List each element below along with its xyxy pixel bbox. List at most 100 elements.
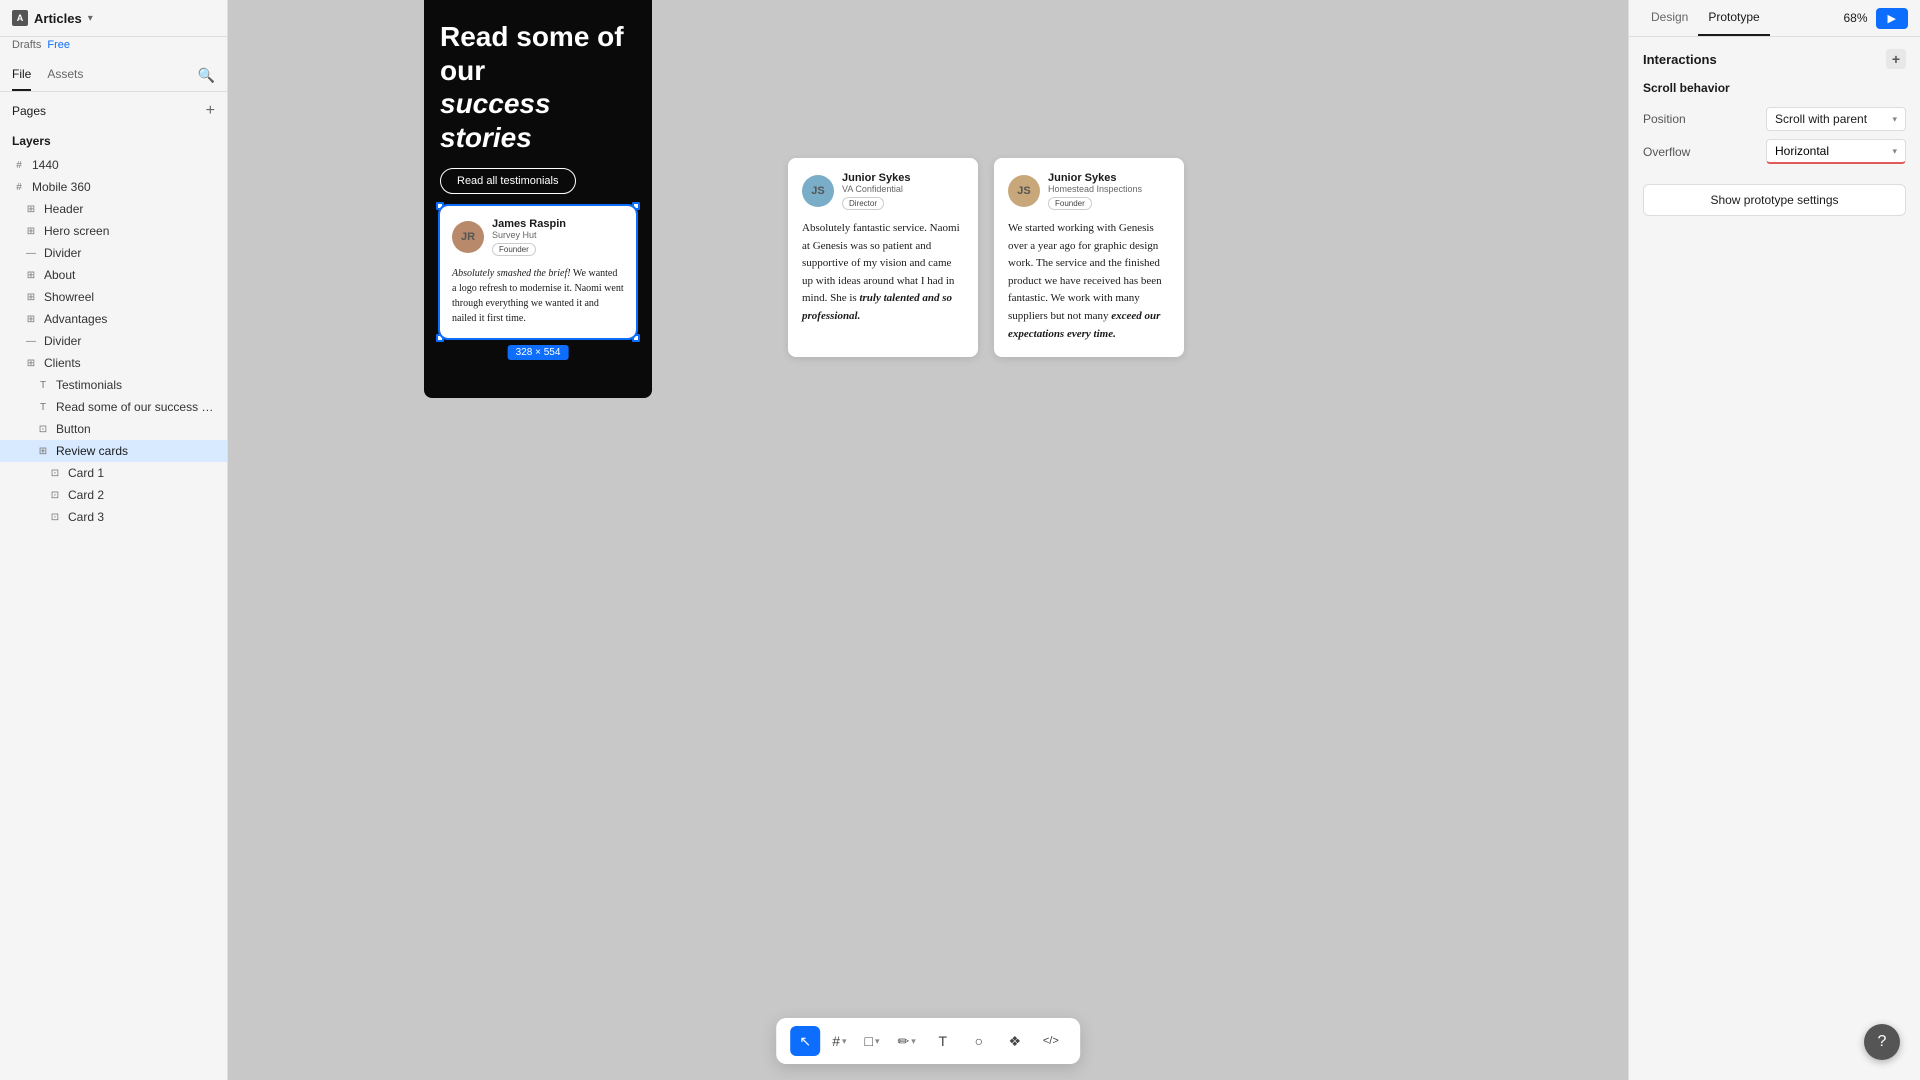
components-tool-button[interactable]: ❖ (1000, 1026, 1030, 1056)
layer-type-icon: ⊡ (48, 490, 62, 501)
design-tab[interactable]: Design (1641, 0, 1698, 36)
free-badge: Free (47, 39, 70, 51)
assets-tab[interactable]: Assets (47, 59, 83, 91)
layer-item-card-1[interactable]: ⊡Card 1 (0, 462, 227, 484)
card-3-company: Homestead Inspections (1048, 184, 1170, 194)
show-prototype-settings-button[interactable]: Show prototype settings (1643, 184, 1906, 216)
overflow-dropdown-arrow: ▾ (1892, 146, 1897, 157)
layer-item-divider-2[interactable]: —Divider (0, 330, 227, 352)
card-person: JR James Raspin Survey Hut Founder (452, 218, 624, 256)
position-dropdown[interactable]: Scroll with parent ▾ (1766, 107, 1906, 131)
layer-label: Mobile 360 (32, 180, 215, 194)
layer-item-clients[interactable]: ⊞Clients (0, 352, 227, 374)
layer-type-icon: ⊡ (36, 424, 50, 435)
card-3[interactable]: JS Junior Sykes Homestead Inspections Fo… (994, 158, 1184, 357)
position-dropdown-arrow: ▾ (1892, 114, 1897, 125)
card-2-badge: Director (842, 197, 884, 210)
prototype-tab[interactable]: Prototype (1698, 0, 1769, 36)
pages-label: Pages (12, 104, 46, 118)
interactions-header: Interactions + (1629, 37, 1920, 69)
layer-type-icon: ⊡ (48, 468, 62, 479)
help-icon: ? (1878, 1033, 1887, 1051)
layer-item-about[interactable]: ⊞About (0, 264, 227, 286)
person-name: James Raspin (492, 218, 624, 230)
layer-item-card-3[interactable]: ⊡ Card 3 (0, 506, 227, 528)
phone-frame: Read some of oursuccess stories Read all… (424, 0, 652, 398)
layer-label: Button (56, 422, 215, 436)
search-icon[interactable]: 🔍 (198, 67, 215, 84)
scroll-behavior-label: Scroll behavior (1643, 81, 1906, 95)
plan-info: Drafts Free (0, 37, 227, 59)
comment-tool-button[interactable]: ○ (964, 1026, 994, 1056)
layer-type-icon: # (12, 160, 26, 171)
help-button[interactable]: ? (1864, 1024, 1900, 1060)
shape-tool-icon: □ (865, 1033, 873, 1049)
layer-item-divider-1[interactable]: —Divider (0, 242, 227, 264)
layer-label: Read some of our success st… (56, 400, 215, 414)
layer-item-button[interactable]: ⊡ Button (0, 418, 227, 440)
select-tool-button[interactable]: ↖ (790, 1026, 820, 1056)
drafts-label: Drafts (12, 39, 41, 51)
layer-item-header[interactable]: ⊞Header (0, 198, 227, 220)
layers-section-label: Layers (0, 126, 227, 154)
frame-tool-icon: # (832, 1033, 840, 1049)
layer-item-frame-1440[interactable]: #1440 (0, 154, 227, 176)
zoom-value: 68% (1844, 11, 1868, 25)
file-tab[interactable]: File (12, 59, 31, 91)
layer-type-icon: ⊞ (24, 314, 38, 325)
card-2-quote: Absolutely fantastic service. Naomi at G… (802, 220, 964, 326)
card-3-avatar: JS (1008, 175, 1040, 207)
left-sidebar: A Articles ▾ Drafts Free File Assets 🔍 P… (0, 0, 228, 1080)
overflow-row: Overflow Horizontal ▾ (1643, 139, 1906, 164)
layers-label: Layers (12, 134, 51, 148)
chevron-down-icon[interactable]: ▾ (88, 13, 93, 24)
project-name: Articles (34, 11, 82, 26)
layer-label: About (44, 268, 215, 282)
prototype-action-button[interactable]: ▶ (1876, 8, 1908, 29)
card-1-selected[interactable]: JR James Raspin Survey Hut Founder Absol… (440, 206, 636, 338)
text-tool-button[interactable]: T (928, 1026, 958, 1056)
right-panel: Design Prototype 68% ▶ Interactions + Sc… (1628, 0, 1920, 1080)
layer-label: Hero screen (44, 224, 215, 238)
layer-type-icon: ⊡ (48, 512, 62, 523)
person-company: Survey Hut (492, 230, 624, 240)
layer-label: Showreel (44, 290, 215, 304)
layer-item-testimonials[interactable]: T Testimonials (0, 374, 227, 396)
layer-item-mobile-360[interactable]: #Mobile 360 (0, 176, 227, 198)
layer-label: Testimonials (56, 378, 215, 392)
code-tool-button[interactable]: </> (1036, 1026, 1066, 1056)
card-2[interactable]: JS Junior Sykes VA Confidential Director… (788, 158, 978, 357)
layer-label: Card 3 (68, 510, 215, 524)
layer-label: Clients (44, 356, 215, 370)
layer-type-icon: ⊞ (24, 292, 38, 303)
layer-item-card-2[interactable]: ⊡Card 2 (0, 484, 227, 506)
file-icon: A (12, 10, 28, 26)
right-panel-tabs: Design Prototype 68% ▶ (1629, 0, 1920, 37)
sidebar-tab-row: File Assets 🔍 (0, 59, 227, 92)
frame-tool-arrow: ▾ (842, 1036, 847, 1047)
frame-tool-dropdown[interactable]: # ▾ (826, 1029, 852, 1053)
layer-item-showreel[interactable]: ⊞ Showreel (0, 286, 227, 308)
scroll-behavior-section: Scroll behavior Position Scroll with par… (1629, 69, 1920, 184)
layer-item-review-cards[interactable]: ⊞Review cards (0, 440, 227, 462)
layer-item-read-some[interactable]: TRead some of our success st… (0, 396, 227, 418)
outside-cards: JS Junior Sykes VA Confidential Director… (788, 158, 1184, 357)
person-badge: Founder (492, 243, 536, 256)
layer-type-icon: T (36, 380, 50, 391)
layer-item-advantages[interactable]: ⊞Advantages (0, 308, 227, 330)
main-canvas[interactable]: Read some of oursuccess stories Read all… (228, 0, 1628, 1080)
add-interaction-button[interactable]: + (1886, 49, 1906, 69)
pen-tool-dropdown[interactable]: ✏ ▾ (892, 1029, 922, 1054)
layer-type-icon: ⊞ (24, 226, 38, 237)
read-testimonials-button[interactable]: Read all testimonials (440, 168, 576, 194)
layer-list: #1440#Mobile 360⊞Header⊞Hero screen—Divi… (0, 154, 227, 1080)
add-page-button[interactable]: + (206, 102, 215, 120)
phone-title: Read some of oursuccess stories (440, 20, 636, 154)
overflow-dropdown[interactable]: Horizontal ▾ (1766, 139, 1906, 164)
layer-type-icon: — (24, 248, 38, 259)
layer-item-hero-screen[interactable]: ⊞ Hero screen (0, 220, 227, 242)
shape-tool-dropdown[interactable]: □ ▾ (859, 1029, 886, 1053)
overflow-value: Horizontal (1775, 144, 1829, 158)
interactions-label: Interactions (1643, 52, 1717, 67)
card-2-person: JS Junior Sykes VA Confidential Director (802, 172, 964, 210)
